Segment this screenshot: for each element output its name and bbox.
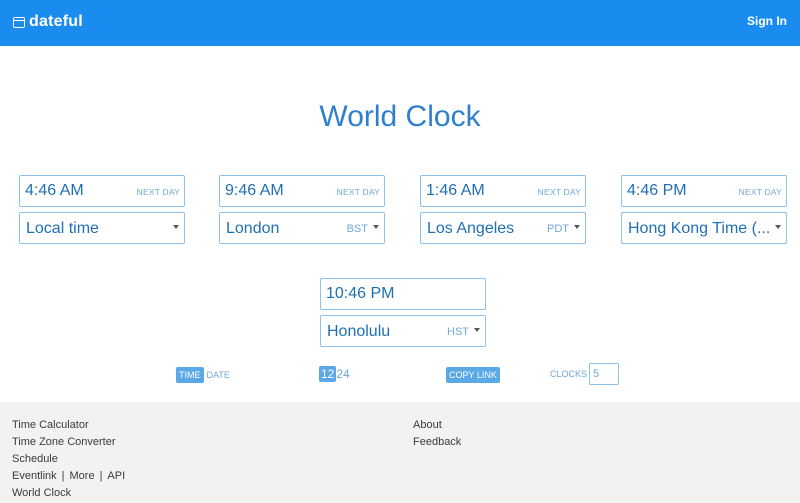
time-field[interactable]: 1:46 AM NEXT DAY: [420, 175, 586, 207]
clocks-count-control: CLOCKS 5: [550, 363, 620, 385]
footer-left-links: Time Calculator Time Zone Converter Sche…: [12, 417, 125, 502]
timezone-name: Hong Kong Time (...: [628, 220, 771, 237]
timezone-abbr: PDT: [547, 223, 569, 235]
time-field[interactable]: 4:46 AM NEXT DAY: [19, 175, 185, 207]
dropdown-caret-icon: [775, 225, 781, 229]
footer-link-about[interactable]: About: [413, 419, 442, 431]
time-value: 4:46 PM: [627, 182, 687, 199]
footer-link-api[interactable]: API: [107, 470, 125, 482]
footer-right-links: About Feedback: [413, 417, 461, 451]
timezone-abbr: HST: [447, 326, 469, 338]
clock-card: 9:46 AM NEXT DAY London BST: [219, 175, 385, 245]
footer-link-time-calculator[interactable]: Time Calculator: [12, 419, 89, 431]
timezone-name: Local time: [26, 220, 99, 237]
day-indicator: NEXT DAY: [537, 187, 581, 197]
mode-toggle: TIME DATE: [176, 366, 230, 384]
clock-card: 10:46 PM Honolulu HST: [320, 278, 486, 348]
copy-link-control: COPY LINK: [446, 366, 500, 384]
time-value: 9:46 AM: [225, 182, 284, 199]
dropdown-caret-icon: [474, 328, 480, 332]
timezone-select[interactable]: Hong Kong Time (...: [621, 212, 787, 244]
dropdown-caret-icon: [173, 225, 179, 229]
time-value: 1:46 AM: [426, 182, 485, 199]
footer-link-eventlink[interactable]: Eventlink: [12, 470, 57, 482]
date-mode-button[interactable]: DATE: [207, 370, 230, 380]
time-mode-button[interactable]: TIME: [176, 366, 204, 383]
clock-card: 4:46 AM NEXT DAY Local time: [19, 175, 185, 245]
footer: Time Calculator Time Zone Converter Sche…: [0, 402, 800, 503]
footer-separator: |: [99, 470, 103, 482]
sign-in-link[interactable]: Sign In: [747, 14, 787, 28]
time-field[interactable]: 10:46 PM: [320, 278, 486, 310]
copy-link-button[interactable]: COPY LINK: [446, 366, 500, 383]
format-12-button[interactable]: 12: [319, 365, 337, 382]
footer-separator: |: [61, 470, 65, 482]
footer-link-schedule[interactable]: Schedule: [12, 453, 58, 465]
dropdown-caret-icon: [574, 225, 580, 229]
dropdown-caret-icon: [373, 225, 379, 229]
footer-link-feedback[interactable]: Feedback: [413, 436, 461, 448]
day-indicator: NEXT DAY: [738, 187, 782, 197]
timezone-abbr: BST: [346, 223, 368, 235]
time-value: 10:46 PM: [326, 285, 395, 302]
app-logo[interactable]: dateful: [13, 11, 83, 33]
clocks-label: CLOCKS: [550, 369, 588, 379]
hour-format-toggle: 12 24: [319, 365, 350, 383]
timezone-select[interactable]: London BST: [219, 212, 385, 244]
clock-card: 4:46 PM NEXT DAY Hong Kong Time (...: [621, 175, 787, 245]
day-indicator: NEXT DAY: [136, 187, 180, 197]
top-nav-bar: dateful Sign In: [0, 0, 800, 46]
time-field[interactable]: 4:46 PM NEXT DAY: [621, 175, 787, 207]
format-24-button[interactable]: 24: [336, 367, 349, 381]
clocks-count-input[interactable]: 5: [589, 363, 620, 385]
timezone-name: London: [226, 220, 280, 237]
time-value: 4:46 AM: [25, 182, 84, 199]
footer-link-time-zone-converter[interactable]: Time Zone Converter: [12, 436, 116, 448]
timezone-name: Honolulu: [327, 323, 391, 340]
page-title: World Clock: [319, 100, 481, 133]
timezone-name: Los Angeles: [427, 220, 515, 237]
timezone-select[interactable]: Honolulu HST: [320, 315, 486, 347]
calendar-window-icon: [13, 16, 25, 28]
app-name: dateful: [29, 13, 83, 30]
timezone-select[interactable]: Local time: [19, 212, 185, 244]
footer-link-world-clock[interactable]: World Clock: [12, 487, 71, 499]
time-field[interactable]: 9:46 AM NEXT DAY: [219, 175, 385, 207]
footer-link-more[interactable]: More: [70, 470, 95, 482]
clock-card: 1:46 AM NEXT DAY Los Angeles PDT: [420, 175, 586, 245]
timezone-select[interactable]: Los Angeles PDT: [420, 212, 586, 244]
day-indicator: NEXT DAY: [336, 187, 380, 197]
